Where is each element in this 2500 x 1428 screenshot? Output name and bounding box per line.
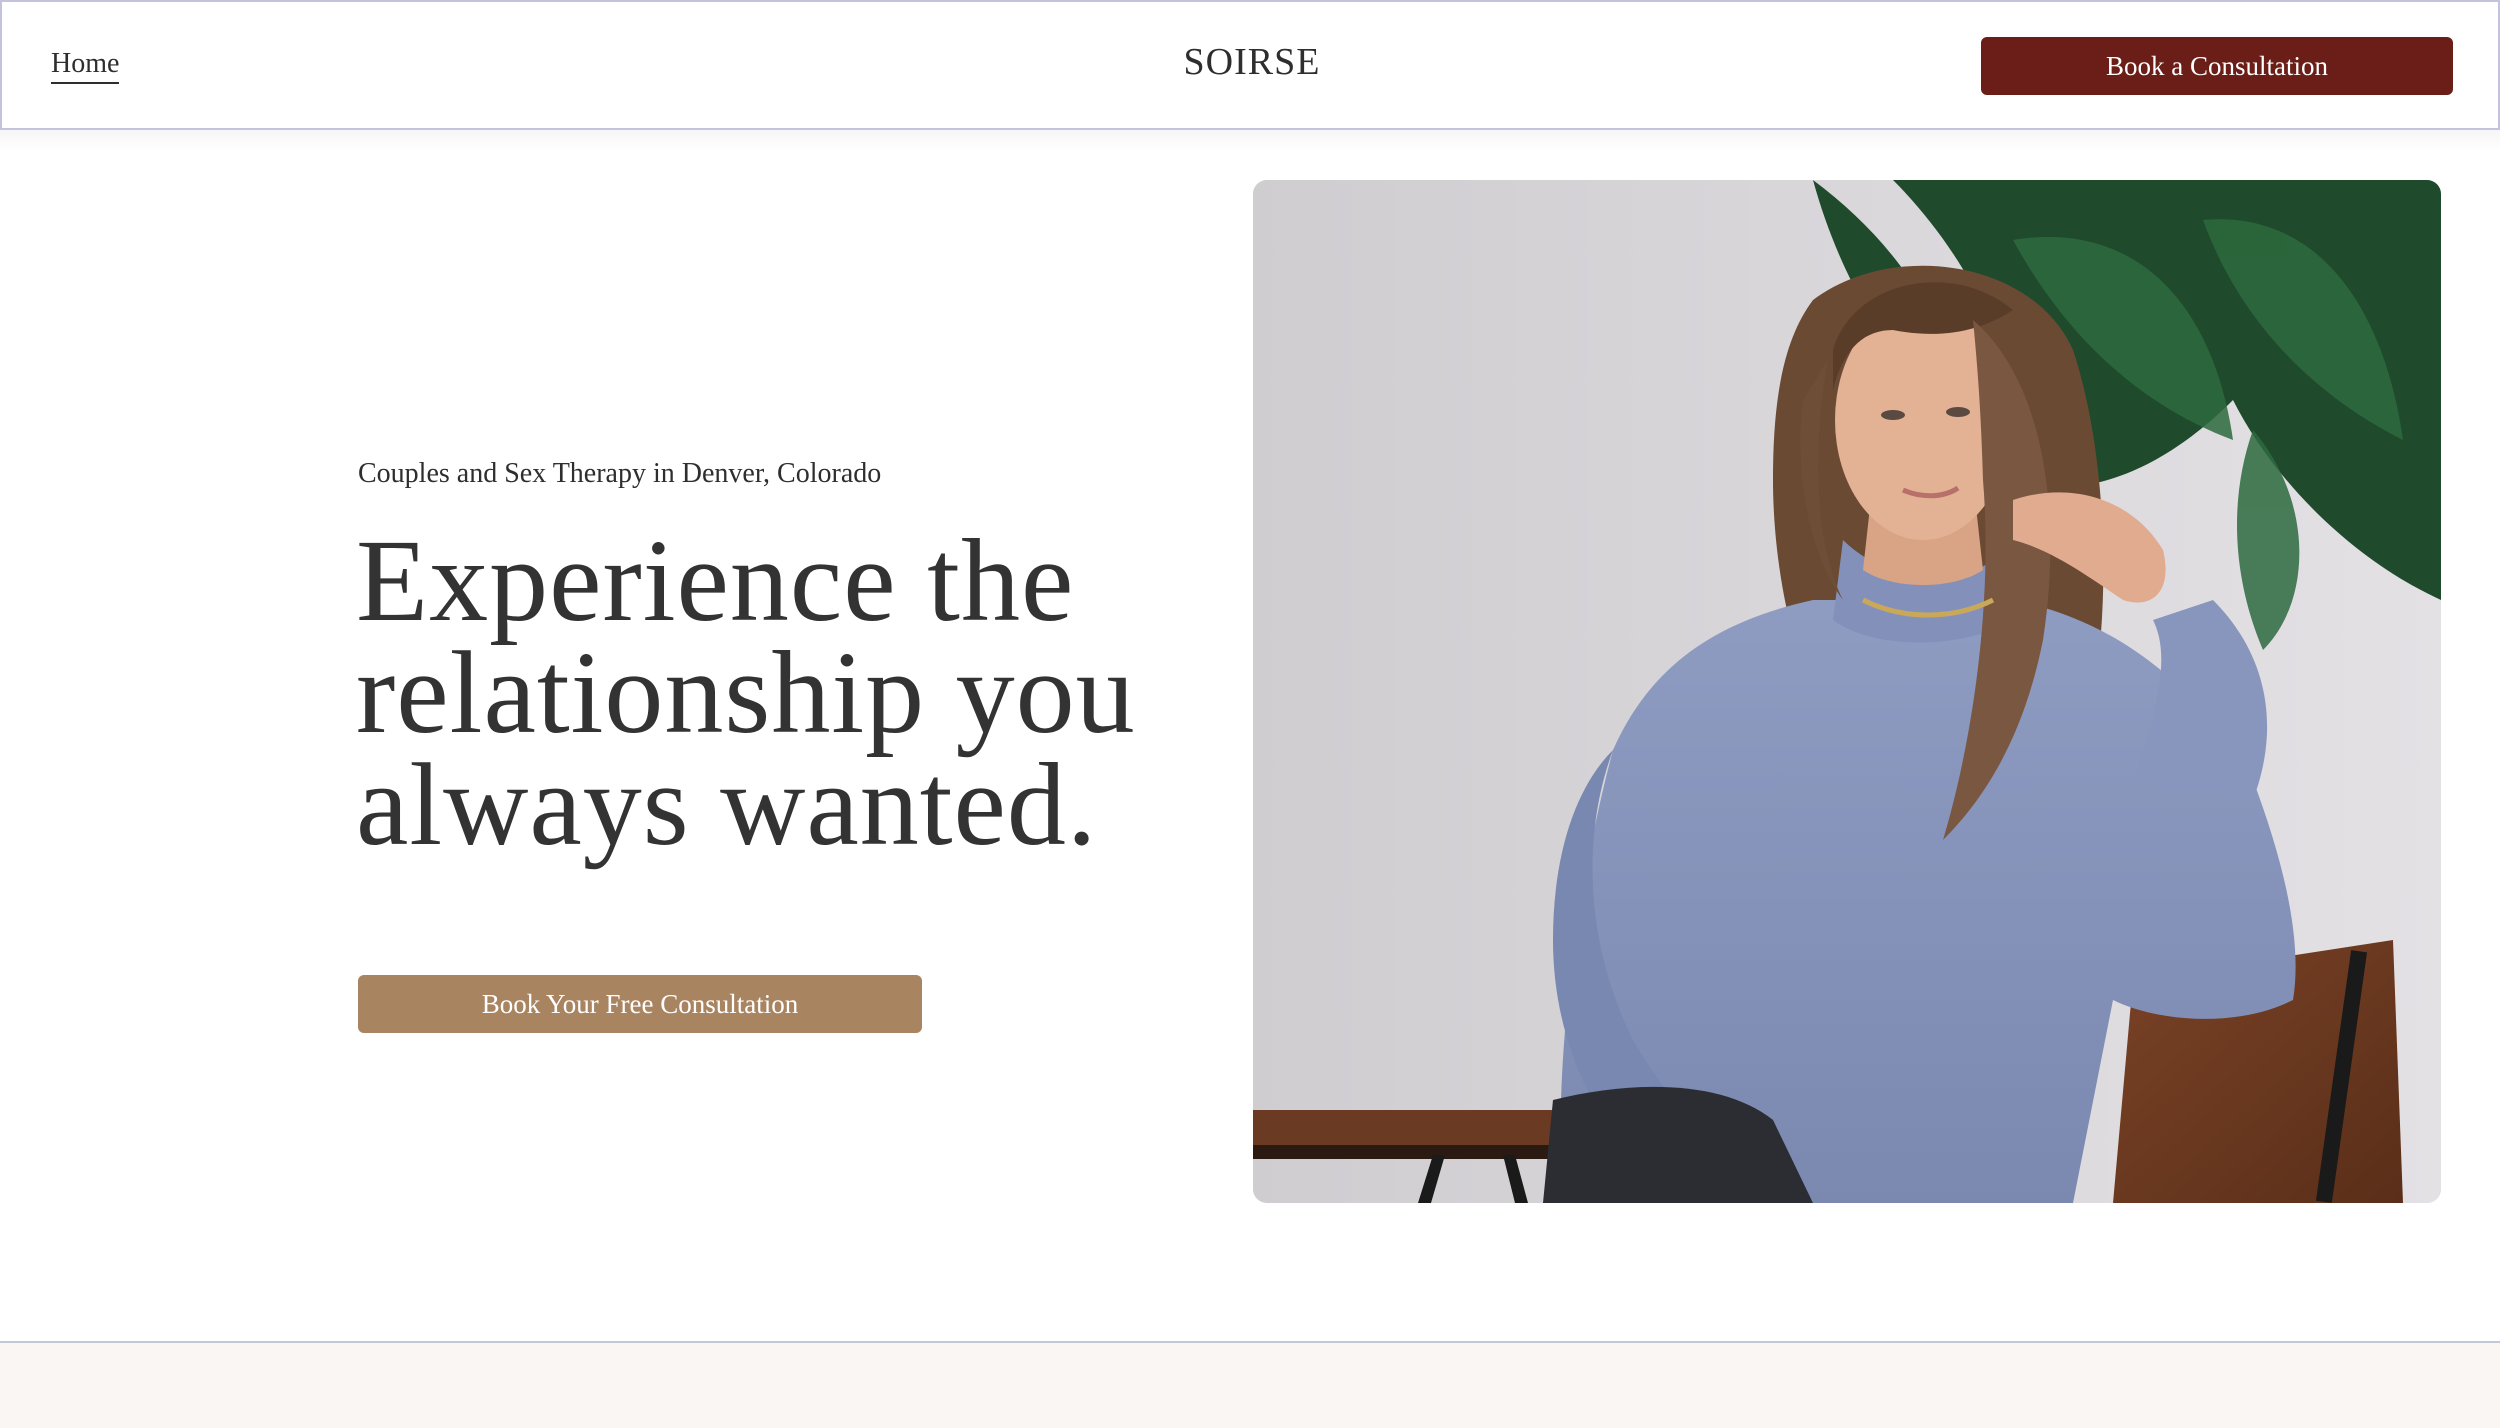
hero-title-line-2: relationship you	[356, 627, 1136, 758]
hero-title-line-3: always wanted.	[356, 739, 1098, 870]
hero-photo	[1253, 180, 2441, 1203]
header-divider	[0, 130, 2500, 152]
book-consultation-button[interactable]: Book a Consultation	[1981, 37, 2453, 95]
book-free-consultation-button[interactable]: Book Your Free Consultation	[358, 975, 922, 1033]
nav-home-link[interactable]: Home	[51, 46, 120, 84]
hero-title: Experience the relationship you always w…	[356, 515, 1256, 870]
site-header: Home SOIRSE Book a Consultation	[0, 0, 2500, 130]
hero-photo-illustration	[1253, 180, 2441, 1203]
next-section-band	[0, 1341, 2500, 1428]
hero-subtitle: Couples and Sex Therapy in Denver, Color…	[358, 458, 882, 489]
brand-logo[interactable]: SOIRSE	[1152, 40, 1352, 84]
hero-title-line-1: Experience the	[356, 515, 1075, 646]
